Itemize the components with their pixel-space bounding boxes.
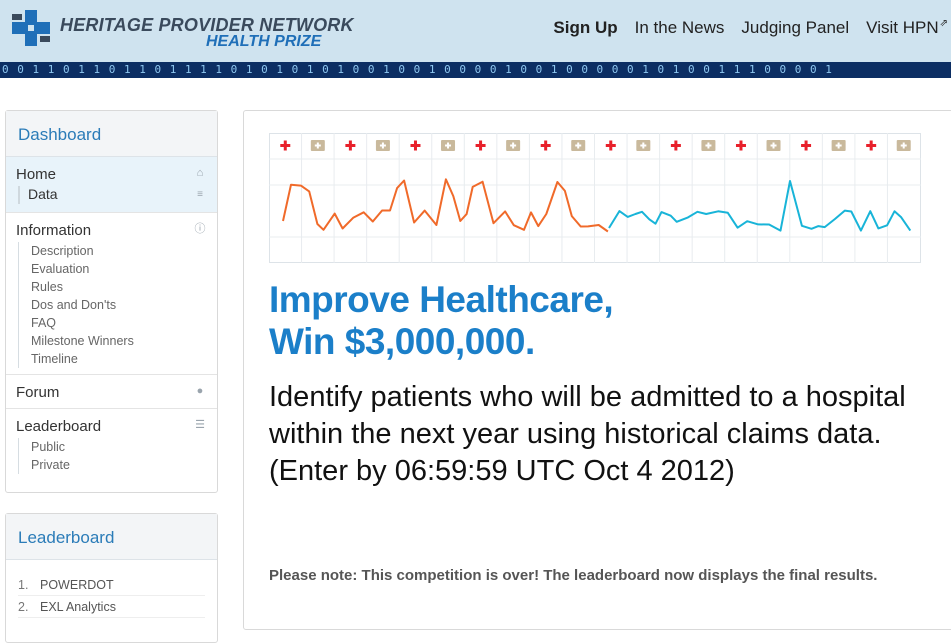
logo-text-health-prize: HEALTH PRIZE [206, 33, 322, 50]
external-link-icon: ⇗ [939, 18, 948, 30]
list-icon: ☰ [195, 419, 205, 431]
sign-up-link[interactable]: Sign Up [553, 18, 617, 38]
sidebar-link-rules[interactable]: Rules [31, 278, 217, 296]
leaderboard-rank: 2. [18, 600, 29, 614]
competition-description: Identify patients who will be admitted t… [269, 381, 906, 487]
leaderboard-links: Public Private [18, 438, 217, 474]
leaderboard-panel: Leaderboard 1. POWERDOT 2. EXL Analytics [5, 513, 218, 643]
leaderboard-list: 1. POWERDOT 2. EXL Analytics [6, 560, 217, 618]
sidebar-item-data-label: Data [28, 186, 58, 202]
page-headline: Improve Healthcare, Win $3,000,000. [269, 279, 614, 363]
top-navigation: Sign Up In the News Judging Panel Visit … [536, 18, 951, 38]
medical-kit-icon [707, 142, 710, 149]
judging-panel-link[interactable]: Judging Panel [741, 18, 849, 38]
red-cross-icon [739, 140, 743, 151]
sidebar-item-leaderboard[interactable]: Leaderboard ☰ [6, 413, 217, 436]
headline-line-1: Improve Healthcare, [269, 279, 614, 320]
medical-kit-icon [902, 142, 905, 149]
hpn-logo-icon [12, 10, 50, 46]
sidebar-link-private[interactable]: Private [31, 456, 217, 474]
sidebar-link-public[interactable]: Public [31, 438, 217, 456]
leaderboard-team: POWERDOT [40, 578, 114, 592]
medical-kit-icon [772, 142, 775, 149]
sidebar-link-evaluation[interactable]: Evaluation [31, 260, 217, 278]
home-icon: ⌂ [196, 167, 204, 179]
dashboard-panel: Dashboard Home ⌂ Data ≡ Information ⓘ De… [5, 110, 218, 493]
sidebar-item-information-label: Information [16, 222, 92, 239]
dashboard-title: Dashboard [6, 111, 217, 157]
binary-banner: 0 0 1 1 0 1 1 0 1 1 0 1 1 1 1 0 1 0 1 0 … [0, 62, 951, 78]
sidebar-item-information[interactable]: Information ⓘ [6, 217, 217, 240]
information-section: Information ⓘ Description Evaluation Rul… [6, 213, 217, 375]
home-section: Home ⌂ Data ≡ [6, 157, 217, 213]
info-icon: ⓘ [194, 223, 206, 235]
leaderboard-title[interactable]: Leaderboard [6, 514, 217, 560]
medical-kit-icon [316, 142, 319, 149]
leaderboard-row[interactable]: 1. POWERDOT [18, 574, 205, 596]
sidebar-link-description[interactable]: Description [31, 242, 217, 260]
visit-hpn-label: Visit HPN [866, 18, 939, 37]
medical-kit-icon [512, 142, 515, 149]
forum-section: Forum ● [6, 375, 217, 409]
site-header: HERITAGE PROVIDER NETWORK HEALTH PRIZE S… [0, 0, 951, 62]
red-cross-icon [479, 140, 483, 151]
sidebar-link-milestone-winners[interactable]: Milestone Winners [31, 332, 217, 350]
red-cross-icon [674, 140, 678, 151]
database-icon: ≡ [197, 189, 203, 200]
competition-over-note: Please note: This competition is over! T… [269, 567, 878, 584]
medical-kit-icon [577, 142, 580, 149]
sidebar-link-timeline[interactable]: Timeline [31, 350, 217, 368]
red-cross-icon [804, 140, 808, 151]
ekg-banner-graphic [269, 133, 921, 263]
binary-text: 0 0 1 1 0 1 1 0 1 1 0 1 1 1 1 0 1 0 1 0 … [2, 63, 833, 76]
main-content: Improve Healthcare, Win $3,000,000. Iden… [243, 110, 951, 630]
sidebar-link-faq[interactable]: FAQ [31, 314, 217, 332]
sidebar-link-dos-and-donts[interactable]: Dos and Don'ts [31, 296, 217, 314]
leaderboard-rank: 1. [18, 578, 29, 592]
sidebar-item-leaderboard-label: Leaderboard [16, 418, 102, 435]
information-links: Description Evaluation Rules Dos and Don… [18, 242, 217, 368]
leaderboard-row[interactable]: 2. EXL Analytics [18, 596, 205, 618]
red-cross-icon [413, 140, 417, 151]
red-cross-icon [869, 140, 873, 151]
sidebar-item-data[interactable]: Data ≡ [6, 184, 217, 206]
medical-kit-icon [837, 142, 840, 149]
leaderboard-section: Leaderboard ☰ Public Private [6, 409, 217, 480]
red-cross-icon [609, 140, 613, 151]
comment-icon: ● [196, 385, 204, 397]
medical-kit-icon [447, 142, 450, 149]
red-cross-icon [544, 140, 548, 151]
visit-hpn-link[interactable]: Visit HPN⇗ [866, 18, 948, 38]
sidebar-item-forum[interactable]: Forum ● [6, 379, 217, 402]
sidebar-item-forum-label: Forum [16, 384, 60, 401]
in-the-news-link[interactable]: In the News [635, 18, 725, 38]
red-cross-icon [283, 140, 287, 151]
hpn-logo[interactable]: HERITAGE PROVIDER NETWORK HEALTH PRIZE [8, 6, 353, 54]
red-cross-icon [348, 140, 352, 151]
medical-kit-icon [642, 142, 645, 149]
leaderboard-team: EXL Analytics [40, 600, 116, 614]
sidebar-item-home[interactable]: Home ⌂ [6, 161, 217, 184]
sidebar-item-home-label: Home [16, 166, 57, 183]
headline-line-2: Win $3,000,000. [269, 321, 535, 362]
medical-kit-icon [381, 142, 384, 149]
